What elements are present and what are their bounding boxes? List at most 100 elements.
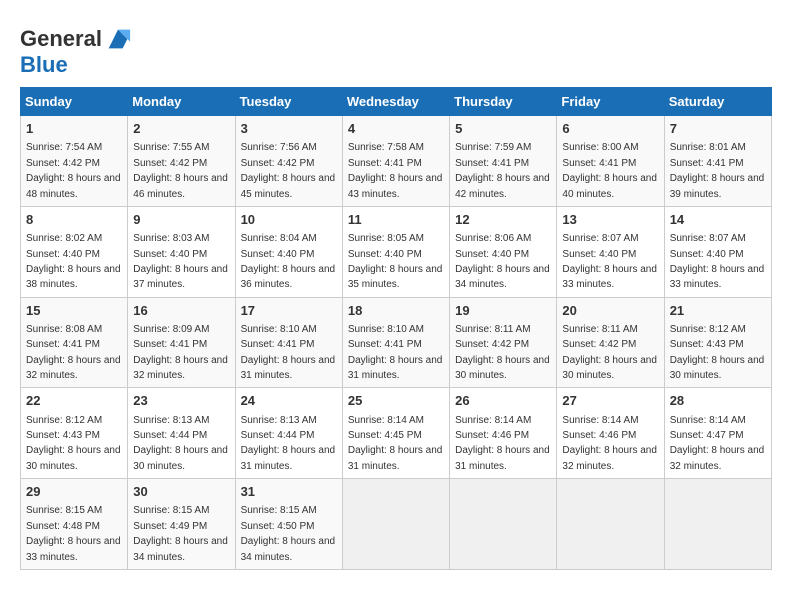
calendar-cell: 14Sunrise: 8:07 AM Sunset: 4:40 PM Dayli… <box>664 206 771 297</box>
day-number: 13 <box>562 211 658 229</box>
weekday-header-tuesday: Tuesday <box>235 88 342 116</box>
day-info: Sunrise: 8:14 AM Sunset: 4:47 PM Dayligh… <box>670 415 765 472</box>
calendar-cell: 6Sunrise: 8:00 AM Sunset: 4:41 PM Daylig… <box>557 116 664 207</box>
day-info: Sunrise: 7:54 AM Sunset: 4:42 PM Dayligh… <box>26 142 121 199</box>
day-info: Sunrise: 8:13 AM Sunset: 4:44 PM Dayligh… <box>241 415 336 472</box>
calendar-cell: 12 Sunrise: 8:06 AM Sunset: 4:40 PM Dayli… <box>450 206 557 297</box>
calendar-cell: 30Sunrise: 8:15 AM Sunset: 4:49 PM Dayli… <box>128 479 235 570</box>
day-info: Sunrise: 8:11 AM Sunset: 4:42 PM Dayligh… <box>455 324 550 381</box>
day-info: Sunrise: 8:10 AM Sunset: 4:41 PM Dayligh… <box>348 324 443 381</box>
logo-icon <box>104 25 132 53</box>
day-number: 27 <box>562 392 658 410</box>
day-info: Sunrise: 7:58 AM Sunset: 4:41 PM Dayligh… <box>348 142 443 199</box>
day-info: Sunrise: 8:14 AM Sunset: 4:45 PM Dayligh… <box>348 415 443 472</box>
day-number: 9 <box>133 211 229 229</box>
calendar-cell: 23 Sunrise: 8:13 AM Sunset: 4:44 PM Dayli… <box>128 388 235 479</box>
day-info: Sunrise: 7:56 AM Sunset: 4:42 PM Dayligh… <box>241 142 336 199</box>
day-number: 19 <box>455 302 551 320</box>
day-info: Sunrise: 8:13 AM Sunset: 4:44 PM Dayligh… <box>133 415 228 472</box>
calendar-cell: 15 Sunrise: 8:08 AM Sunset: 4:41 PM Dayli… <box>21 297 128 388</box>
calendar-cell: 24 Sunrise: 8:13 AM Sunset: 4:44 PM Dayli… <box>235 388 342 479</box>
calendar-cell: 16Sunrise: 8:09 AM Sunset: 4:41 PM Dayli… <box>128 297 235 388</box>
page-header: General Blue <box>20 20 772 77</box>
day-info: Sunrise: 8:06 AM Sunset: 4:40 PM Dayligh… <box>455 233 550 290</box>
day-number: 6 <box>562 120 658 138</box>
day-number: 14 <box>670 211 766 229</box>
day-info: Sunrise: 7:59 AM Sunset: 4:41 PM Dayligh… <box>455 142 550 199</box>
day-info: Sunrise: 8:10 AM Sunset: 4:41 PM Dayligh… <box>241 324 336 381</box>
day-info: Sunrise: 8:04 AM Sunset: 4:40 PM Dayligh… <box>241 233 336 290</box>
day-number: 12 <box>455 211 551 229</box>
day-info: Sunrise: 8:12 AM Sunset: 4:43 PM Dayligh… <box>26 415 121 472</box>
logo: General Blue <box>20 25 132 77</box>
calendar-cell <box>450 479 557 570</box>
day-number: 8 <box>26 211 122 229</box>
calendar-cell: 31 Sunrise: 8:15 AM Sunset: 4:50 PM Dayli… <box>235 479 342 570</box>
calendar-cell: 27Sunrise: 8:14 AM Sunset: 4:46 PM Dayli… <box>557 388 664 479</box>
day-info: Sunrise: 8:12 AM Sunset: 4:43 PM Dayligh… <box>670 324 765 381</box>
logo-text: General <box>20 27 102 51</box>
weekday-header-wednesday: Wednesday <box>342 88 449 116</box>
day-number: 26 <box>455 392 551 410</box>
calendar-cell: 22 Sunrise: 8:12 AM Sunset: 4:43 PM Dayli… <box>21 388 128 479</box>
day-number: 11 <box>348 211 444 229</box>
day-info: Sunrise: 8:11 AM Sunset: 4:42 PM Dayligh… <box>562 324 657 381</box>
calendar-cell: 8Sunrise: 8:02 AM Sunset: 4:40 PM Daylig… <box>21 206 128 297</box>
calendar-cell: 7 Sunrise: 8:01 AM Sunset: 4:41 PM Daylig… <box>664 116 771 207</box>
day-info: Sunrise: 8:15 AM Sunset: 4:48 PM Dayligh… <box>26 505 121 562</box>
calendar-cell <box>557 479 664 570</box>
calendar-cell: 3Sunrise: 7:56 AM Sunset: 4:42 PM Daylig… <box>235 116 342 207</box>
calendar-cell: 26 Sunrise: 8:14 AM Sunset: 4:46 PM Dayli… <box>450 388 557 479</box>
calendar-cell: 28 Sunrise: 8:14 AM Sunset: 4:47 PM Dayli… <box>664 388 771 479</box>
day-number: 1 <box>26 120 122 138</box>
calendar-cell: 13Sunrise: 8:07 AM Sunset: 4:40 PM Dayli… <box>557 206 664 297</box>
day-number: 4 <box>348 120 444 138</box>
calendar-cell: 17 Sunrise: 8:10 AM Sunset: 4:41 PM Dayli… <box>235 297 342 388</box>
day-info: Sunrise: 8:01 AM Sunset: 4:41 PM Dayligh… <box>670 142 765 199</box>
weekday-header-saturday: Saturday <box>664 88 771 116</box>
calendar-cell: 4 Sunrise: 7:58 AM Sunset: 4:41 PM Daylig… <box>342 116 449 207</box>
day-info: Sunrise: 8:03 AM Sunset: 4:40 PM Dayligh… <box>133 233 228 290</box>
day-number: 7 <box>670 120 766 138</box>
calendar-cell: 9 Sunrise: 8:03 AM Sunset: 4:40 PM Daylig… <box>128 206 235 297</box>
calendar-cell: 1 Sunrise: 7:54 AM Sunset: 4:42 PM Daylig… <box>21 116 128 207</box>
day-info: Sunrise: 8:15 AM Sunset: 4:50 PM Dayligh… <box>241 505 336 562</box>
weekday-header-monday: Monday <box>128 88 235 116</box>
day-number: 30 <box>133 483 229 501</box>
day-number: 20 <box>562 302 658 320</box>
day-number: 5 <box>455 120 551 138</box>
day-info: Sunrise: 7:55 AM Sunset: 4:42 PM Dayligh… <box>133 142 228 199</box>
day-number: 23 <box>133 392 229 410</box>
day-number: 22 <box>26 392 122 410</box>
day-number: 10 <box>241 211 337 229</box>
calendar-cell: 25 Sunrise: 8:14 AM Sunset: 4:45 PM Dayli… <box>342 388 449 479</box>
calendar-cell: 21 Sunrise: 8:12 AM Sunset: 4:43 PM Dayli… <box>664 297 771 388</box>
calendar-table: SundayMondayTuesdayWednesdayThursdayFrid… <box>20 87 772 570</box>
calendar-cell: 29Sunrise: 8:15 AM Sunset: 4:48 PM Dayli… <box>21 479 128 570</box>
weekday-header-thursday: Thursday <box>450 88 557 116</box>
day-number: 16 <box>133 302 229 320</box>
day-number: 18 <box>348 302 444 320</box>
weekday-header-friday: Friday <box>557 88 664 116</box>
calendar-cell: 10 Sunrise: 8:04 AM Sunset: 4:40 PM Dayli… <box>235 206 342 297</box>
calendar-cell <box>664 479 771 570</box>
day-info: Sunrise: 8:14 AM Sunset: 4:46 PM Dayligh… <box>455 415 550 472</box>
calendar-cell: 20 Sunrise: 8:11 AM Sunset: 4:42 PM Dayli… <box>557 297 664 388</box>
weekday-header-sunday: Sunday <box>21 88 128 116</box>
calendar-cell: 18 Sunrise: 8:10 AM Sunset: 4:41 PM Dayli… <box>342 297 449 388</box>
day-number: 2 <box>133 120 229 138</box>
day-number: 25 <box>348 392 444 410</box>
calendar-cell: 19 Sunrise: 8:11 AM Sunset: 4:42 PM Dayli… <box>450 297 557 388</box>
day-number: 15 <box>26 302 122 320</box>
day-number: 24 <box>241 392 337 410</box>
day-number: 21 <box>670 302 766 320</box>
day-info: Sunrise: 8:05 AM Sunset: 4:40 PM Dayligh… <box>348 233 443 290</box>
calendar-cell: 5 Sunrise: 7:59 AM Sunset: 4:41 PM Daylig… <box>450 116 557 207</box>
day-number: 17 <box>241 302 337 320</box>
logo-blue-text: Blue <box>20 53 132 77</box>
calendar-cell: 11 Sunrise: 8:05 AM Sunset: 4:40 PM Dayli… <box>342 206 449 297</box>
day-number: 28 <box>670 392 766 410</box>
day-number: 31 <box>241 483 337 501</box>
day-info: Sunrise: 8:08 AM Sunset: 4:41 PM Dayligh… <box>26 324 121 381</box>
calendar-cell: 2 Sunrise: 7:55 AM Sunset: 4:42 PM Daylig… <box>128 116 235 207</box>
